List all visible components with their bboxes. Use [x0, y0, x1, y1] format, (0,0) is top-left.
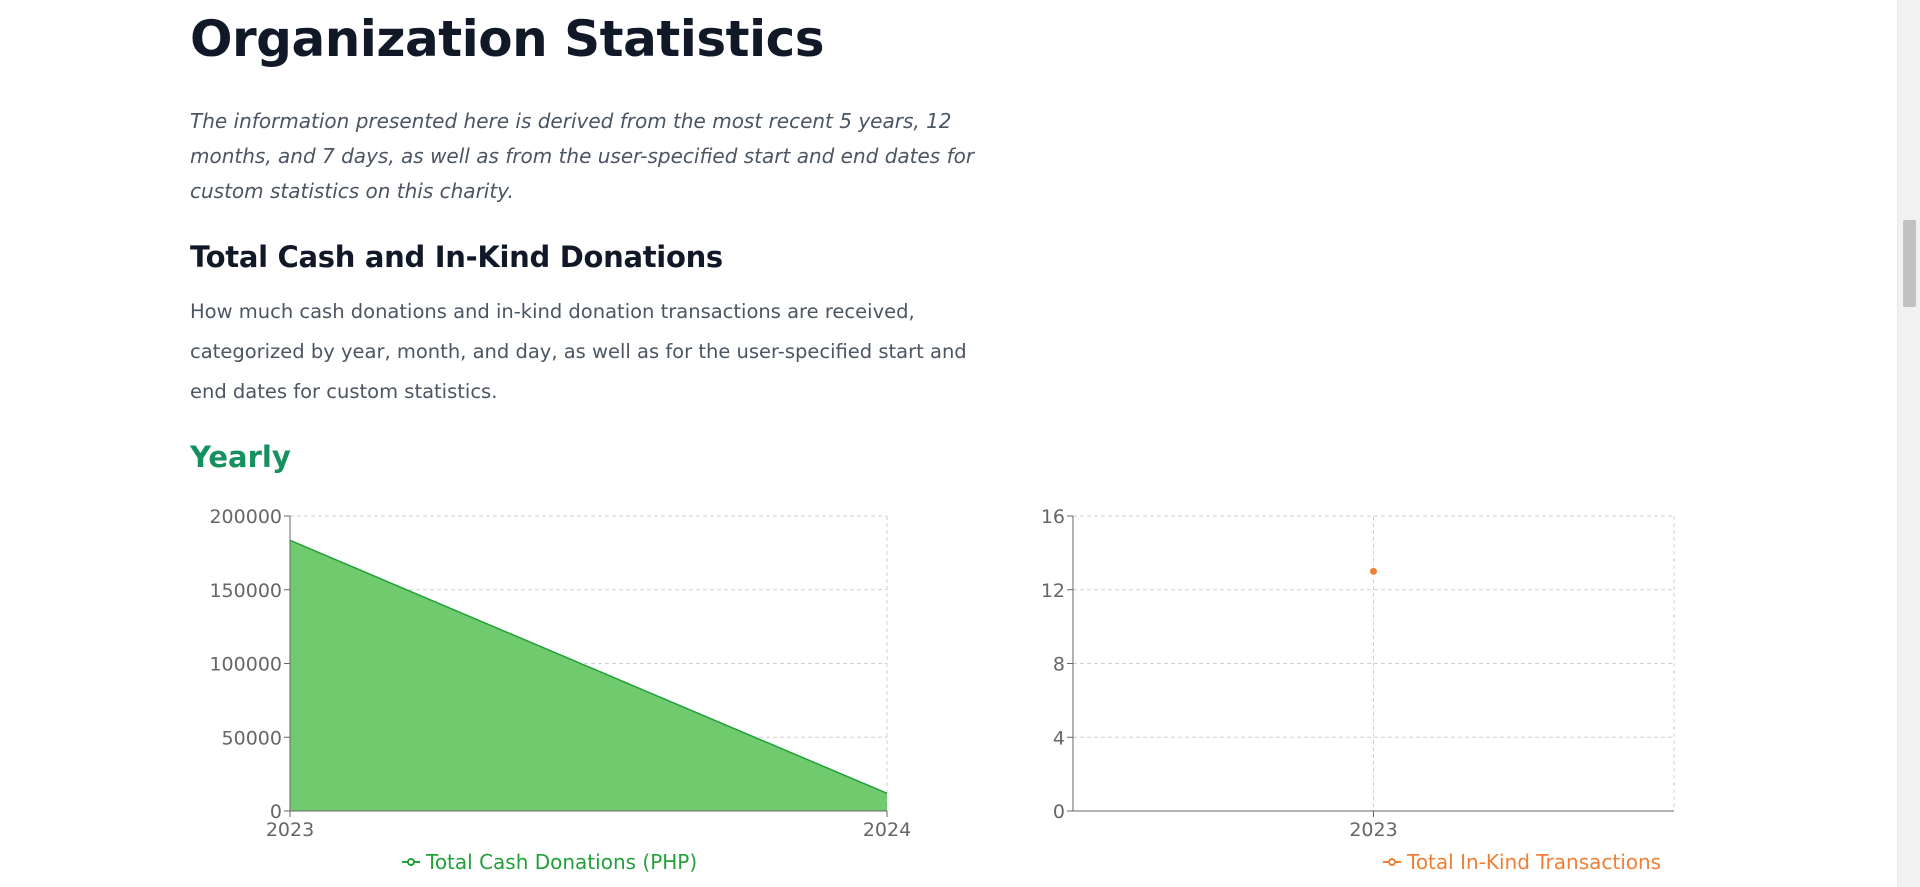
y-tick-label: 100000 — [209, 654, 282, 676]
y-tick-label: 4 — [1053, 727, 1065, 749]
inkind-chart-svg: 0 4 8 12 16 2023 — [1041, 506, 1675, 841]
y-tick-label: 12 — [1041, 580, 1065, 602]
intro-text: The information presented here is derive… — [190, 109, 975, 203]
y-tick-label: 150000 — [209, 580, 282, 602]
scrollbar[interactable] — [1897, 0, 1920, 887]
cash-legend-label: Total Cash Donations (PHP) — [426, 850, 698, 874]
x-tick-label: 2023 — [1349, 819, 1397, 841]
y-tick-label: 8 — [1053, 654, 1065, 676]
section-description: How much cash donations and in-kind dona… — [190, 300, 967, 403]
line-marker-icon — [402, 858, 420, 866]
yearly-heading: Yearly — [190, 440, 291, 474]
x-tick-label: 2023 — [266, 819, 314, 841]
line-marker-icon — [1383, 858, 1401, 866]
inkind-transactions-chart: 0 4 8 12 16 2023 Total In-Kind Transactions — [1020, 500, 1700, 887]
cash-chart-svg: 0500001000001500002000002023 2024 — [209, 506, 911, 841]
section-title: Total Cash and In-Kind Donations — [190, 240, 723, 274]
inkind-legend[interactable]: Total In-Kind Transactions — [1383, 850, 1661, 874]
x-tick-label: 2024 — [863, 819, 911, 841]
y-tick-label: 200000 — [209, 506, 282, 528]
y-tick-label: 50000 — [222, 727, 282, 749]
cash-legend[interactable]: Total Cash Donations (PHP) — [402, 850, 697, 874]
y-tick-label: 0 — [1053, 801, 1065, 823]
inkind-legend-label: Total In-Kind Transactions — [1407, 850, 1662, 874]
cash-donations-chart: 0 50000 100000 150000 200000 2023 2024 Total C… — [190, 500, 930, 887]
y-tick-label: 16 — [1041, 506, 1065, 528]
page-title: Organization Statistics — [190, 10, 825, 68]
scrollbar-thumb[interactable] — [1903, 220, 1916, 307]
cash-area — [290, 540, 887, 811]
inkind-point — [1369, 566, 1378, 576]
